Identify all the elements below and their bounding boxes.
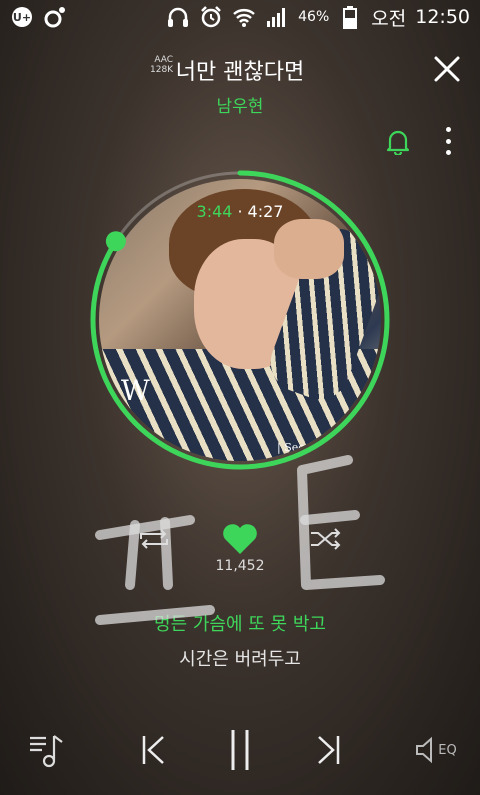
artist-name[interactable]: 남우현 [0, 92, 480, 117]
clock: 12:50 [415, 6, 470, 28]
lyric-current-line[interactable]: 멍든 가슴에 또 못 박고 [0, 610, 480, 636]
alarm-icon [199, 5, 223, 29]
pause-button[interactable] [222, 725, 258, 775]
time-separator: · [237, 202, 243, 221]
status-bar: U+ 46% 오전 12:50 [0, 0, 480, 34]
repeat-icon [140, 529, 168, 549]
more-dot [445, 138, 451, 144]
heart-icon [223, 524, 257, 554]
signal-icon [265, 5, 289, 29]
previous-button[interactable] [132, 725, 172, 775]
ampm-label: 오전 [371, 7, 407, 30]
more-dot [445, 127, 451, 132]
close-icon [434, 56, 460, 82]
repeat-button[interactable] [137, 528, 171, 550]
pause-icon [231, 730, 249, 770]
eq-label: EQ [438, 742, 457, 758]
playlist-icon [30, 735, 63, 768]
player-header: AAC 128K 너만 괜찮다면 남우현 [0, 48, 480, 118]
alarm-bell-button[interactable] [385, 127, 411, 157]
lyric-next-line[interactable]: 시간은 버려두고 [0, 645, 480, 671]
total-time: 4:27 [247, 202, 284, 221]
playlist-button[interactable] [24, 725, 68, 775]
like-count: 11,452 [215, 558, 265, 574]
battery-icon [338, 5, 362, 29]
music-app-icon [43, 5, 67, 29]
shuffle-button[interactable] [309, 528, 343, 550]
next-icon [318, 736, 340, 764]
battery-percent: 46% [298, 9, 330, 25]
equalizer-button[interactable]: EQ [412, 725, 460, 775]
uplus-icon: U+ [10, 5, 34, 29]
svg-text:U+: U+ [13, 11, 31, 24]
song-title[interactable]: 너만 괜찮다면 [0, 54, 480, 86]
current-time: 3:44 [196, 202, 233, 221]
shuffle-icon [311, 528, 341, 550]
time-display: 3:44 · 4:27 [0, 202, 480, 221]
speaker-icon [416, 736, 433, 764]
wifi-icon [232, 5, 256, 29]
playback-controls: EQ [0, 725, 480, 777]
more-dot [445, 150, 451, 155]
progress-knob[interactable] [105, 231, 126, 252]
next-button[interactable] [310, 725, 350, 775]
bell-icon [386, 130, 410, 157]
like-button[interactable] [221, 522, 259, 556]
more-options-button[interactable] [438, 127, 458, 155]
previous-icon [142, 736, 164, 764]
headset-icon [166, 5, 190, 29]
close-button[interactable] [430, 52, 464, 86]
